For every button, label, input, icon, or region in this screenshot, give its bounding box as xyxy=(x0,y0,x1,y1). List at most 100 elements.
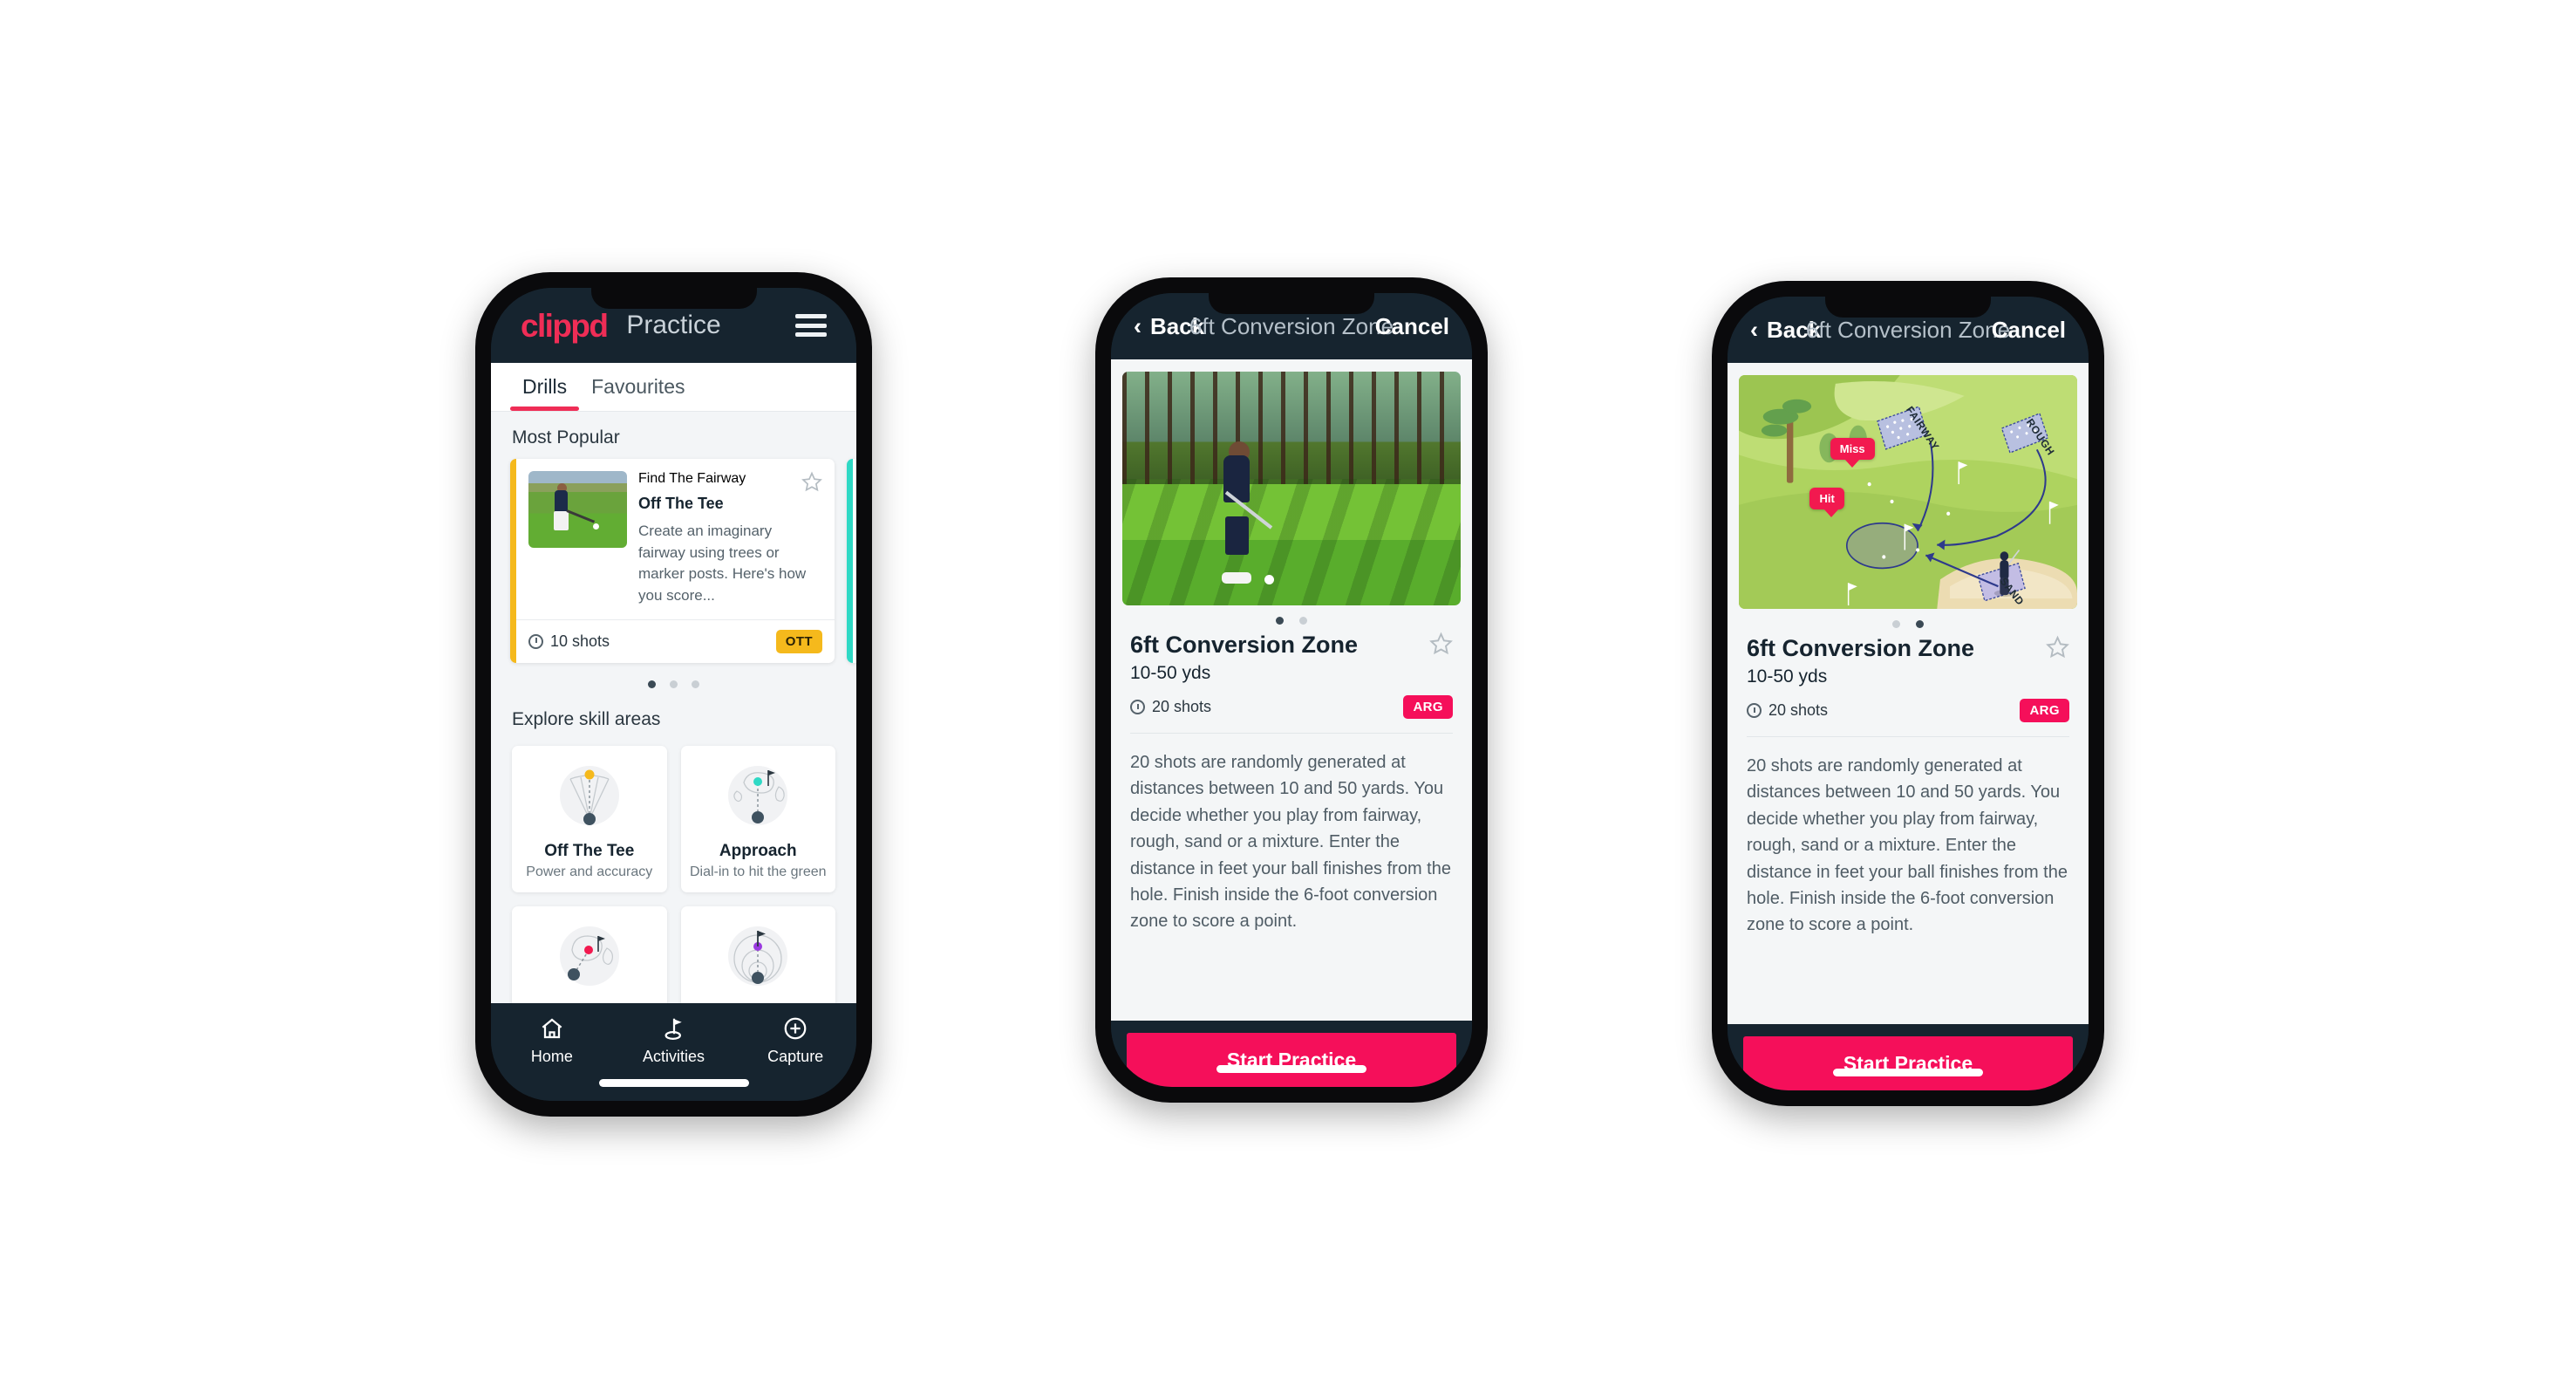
detail-shots-label: 20 shots xyxy=(1768,701,1829,719)
back-label: Back xyxy=(1767,316,1822,343)
notch xyxy=(1209,293,1374,314)
home-icon xyxy=(539,1015,565,1042)
notch xyxy=(1825,297,1991,318)
detail-meta-row: 20 shots ARG xyxy=(1747,699,2069,722)
home-indicator xyxy=(1216,1065,1366,1073)
back-label: Back xyxy=(1150,312,1205,339)
media-dot-1[interactable] xyxy=(1276,617,1284,625)
cancel-button[interactable]: Cancel xyxy=(1375,313,1449,340)
phone2-screen: ‹ Back 6ft Conversion Zone Cancel 6ft Co… xyxy=(1111,293,1472,1087)
tabbar-label: Activities xyxy=(643,1048,705,1065)
skill-card-approach[interactable]: Approach Dial-in to hit the green xyxy=(680,745,835,892)
skill-card-around-the-green[interactable]: Around The Green Hone your short game xyxy=(512,905,667,1003)
drill-thumbnail xyxy=(528,471,627,548)
back-button[interactable]: ‹ Back xyxy=(1750,317,1821,344)
detail-shots: 20 shots xyxy=(1130,698,1211,716)
start-practice-button[interactable]: Start Practice xyxy=(1743,1036,2073,1090)
callout-hit: Hit xyxy=(1809,487,1844,517)
media-dot-2[interactable] xyxy=(1916,620,1924,628)
carousel-dot-3[interactable] xyxy=(692,680,699,688)
detail-shots-label: 20 shots xyxy=(1152,698,1212,715)
drill-shots-label: 10 shots xyxy=(550,632,610,650)
home-indicator xyxy=(1833,1069,1983,1076)
tabbar-item-capture[interactable]: Capture xyxy=(734,1015,856,1066)
detail-header: 6ft Conversion Zone 10-50 yds 20 shots A… xyxy=(1728,632,2089,722)
carousel-dot-1[interactable] xyxy=(648,680,656,688)
skill-badge-arg: ARG xyxy=(2020,699,2069,722)
detail-shots: 20 shots xyxy=(1747,701,1828,720)
chevron-left-icon: ‹ xyxy=(1134,312,1141,339)
phone3-screen: ‹ Back 6ft Conversion Zone Cancel FAIRWA… xyxy=(1728,297,2089,1090)
callout-miss: Miss xyxy=(1830,438,1875,468)
star-outline-icon[interactable] xyxy=(801,471,822,492)
home-indicator xyxy=(598,1079,749,1087)
phone-drill-detail-video: ‹ Back 6ft Conversion Zone Cancel 6ft Co… xyxy=(1095,277,1488,1103)
drill-card[interactable]: Find The Fairway Off The Tee Create an i… xyxy=(510,459,835,663)
cta-zone: Start Practice xyxy=(1111,1021,1472,1087)
plus-circle-icon xyxy=(782,1015,808,1042)
skill-name: Putting xyxy=(690,1002,828,1003)
cta-zone: Start Practice xyxy=(1728,1024,2089,1090)
golf-flag-icon xyxy=(661,1015,687,1042)
notch xyxy=(590,288,757,309)
skill-card-off-the-tee[interactable]: Off The Tee Power and accuracy xyxy=(512,745,667,892)
practice-scroll-area[interactable]: Most Popular Find The Fairway Off The Te… xyxy=(491,412,856,1003)
star-outline-icon[interactable] xyxy=(2046,635,2069,659)
detail-title-row: 6ft Conversion Zone xyxy=(1747,635,2069,662)
drill-card-top: Find The Fairway Off The Tee Create an i… xyxy=(516,459,835,619)
media-dot-1[interactable] xyxy=(1892,620,1900,628)
start-practice-button[interactable]: Start Practice xyxy=(1127,1033,1456,1087)
chip-icon xyxy=(544,920,635,995)
tabbar-label: Home xyxy=(530,1048,573,1065)
tab-drills[interactable]: Drills xyxy=(510,363,580,411)
detail-yardage: 10-50 yds xyxy=(1130,663,1211,683)
skill-desc: Power and accuracy xyxy=(526,864,653,879)
tab-strip: Drills Favourites xyxy=(491,363,856,412)
drill-carousel[interactable]: Find The Fairway Off The Tee Create an i… xyxy=(491,459,856,663)
skill-badge-arg: ARG xyxy=(1403,695,1453,719)
carousel-dot-2[interactable] xyxy=(670,680,678,688)
skill-name: Off The Tee xyxy=(544,841,635,860)
skill-name: Around The Green xyxy=(521,1002,658,1003)
chevron-left-icon: ‹ xyxy=(1750,316,1758,343)
media-dots xyxy=(1728,609,2089,632)
tab-favourites[interactable]: Favourites xyxy=(579,363,697,411)
detail-yardage: 10-50 yds xyxy=(1747,666,1828,687)
star-outline-icon[interactable] xyxy=(1429,632,1453,655)
detail-title: 6ft Conversion Zone xyxy=(1130,632,1359,658)
green-approach-icon xyxy=(712,760,803,835)
cancel-button[interactable]: Cancel xyxy=(1992,317,2066,344)
drill-shots: 10 shots xyxy=(528,632,610,651)
clock-icon xyxy=(528,633,543,649)
carousel-dots xyxy=(491,663,856,694)
tabbar-item-activities[interactable]: Activities xyxy=(613,1015,735,1066)
drill-title-row: Find The Fairway xyxy=(638,471,822,492)
explore-heading: Explore skill areas xyxy=(512,708,661,729)
media-dot-2[interactable] xyxy=(1299,617,1307,625)
media-wrapper xyxy=(1111,359,1472,605)
clock-icon xyxy=(1130,700,1145,714)
clippd-logo[interactable]: clippd xyxy=(521,310,609,342)
back-button[interactable]: ‹ Back xyxy=(1134,313,1204,340)
drill-video-thumbnail[interactable] xyxy=(1122,372,1461,605)
skill-badge-ott: OTT xyxy=(775,629,822,653)
detail-scroll-area[interactable]: FAIRWAY ROUGH SAND Miss Hit 6ft Conversi… xyxy=(1728,363,2089,1024)
phone-drill-detail-map: ‹ Back 6ft Conversion Zone Cancel FAIRWA… xyxy=(1712,281,2104,1106)
tabbar-item-home[interactable]: Home xyxy=(491,1015,613,1066)
drill-description: Create an imaginary fairway using trees … xyxy=(638,523,807,604)
detail-meta-row: 20 shots ARG xyxy=(1130,695,1453,719)
phone1-screen: clippd Practice Drills Favourites Most P… xyxy=(491,288,856,1101)
skill-desc: Dial-in to hit the green xyxy=(689,864,827,879)
detail-description: 20 shots are randomly generated at dista… xyxy=(1747,756,2068,935)
course-illustration[interactable]: FAIRWAY ROUGH SAND Miss Hit xyxy=(1739,375,2077,609)
drill-card-peek[interactable] xyxy=(847,459,856,663)
putting-rings-icon xyxy=(712,920,803,995)
detail-scroll-area[interactable]: 6ft Conversion Zone 10-50 yds 20 shots A… xyxy=(1111,359,1472,1021)
media-wrapper: FAIRWAY ROUGH SAND Miss Hit xyxy=(1728,363,2089,609)
most-popular-heading: Most Popular xyxy=(512,427,620,448)
drill-info: Find The Fairway Off The Tee Create an i… xyxy=(638,471,822,607)
skill-card-putting[interactable]: Putting Make and lag practice xyxy=(680,905,835,1003)
hamburger-icon[interactable] xyxy=(795,314,827,337)
skill-name: Approach xyxy=(719,841,797,860)
skill-area-grid: Off The Tee Power and accuracy Approach … xyxy=(491,741,856,1003)
